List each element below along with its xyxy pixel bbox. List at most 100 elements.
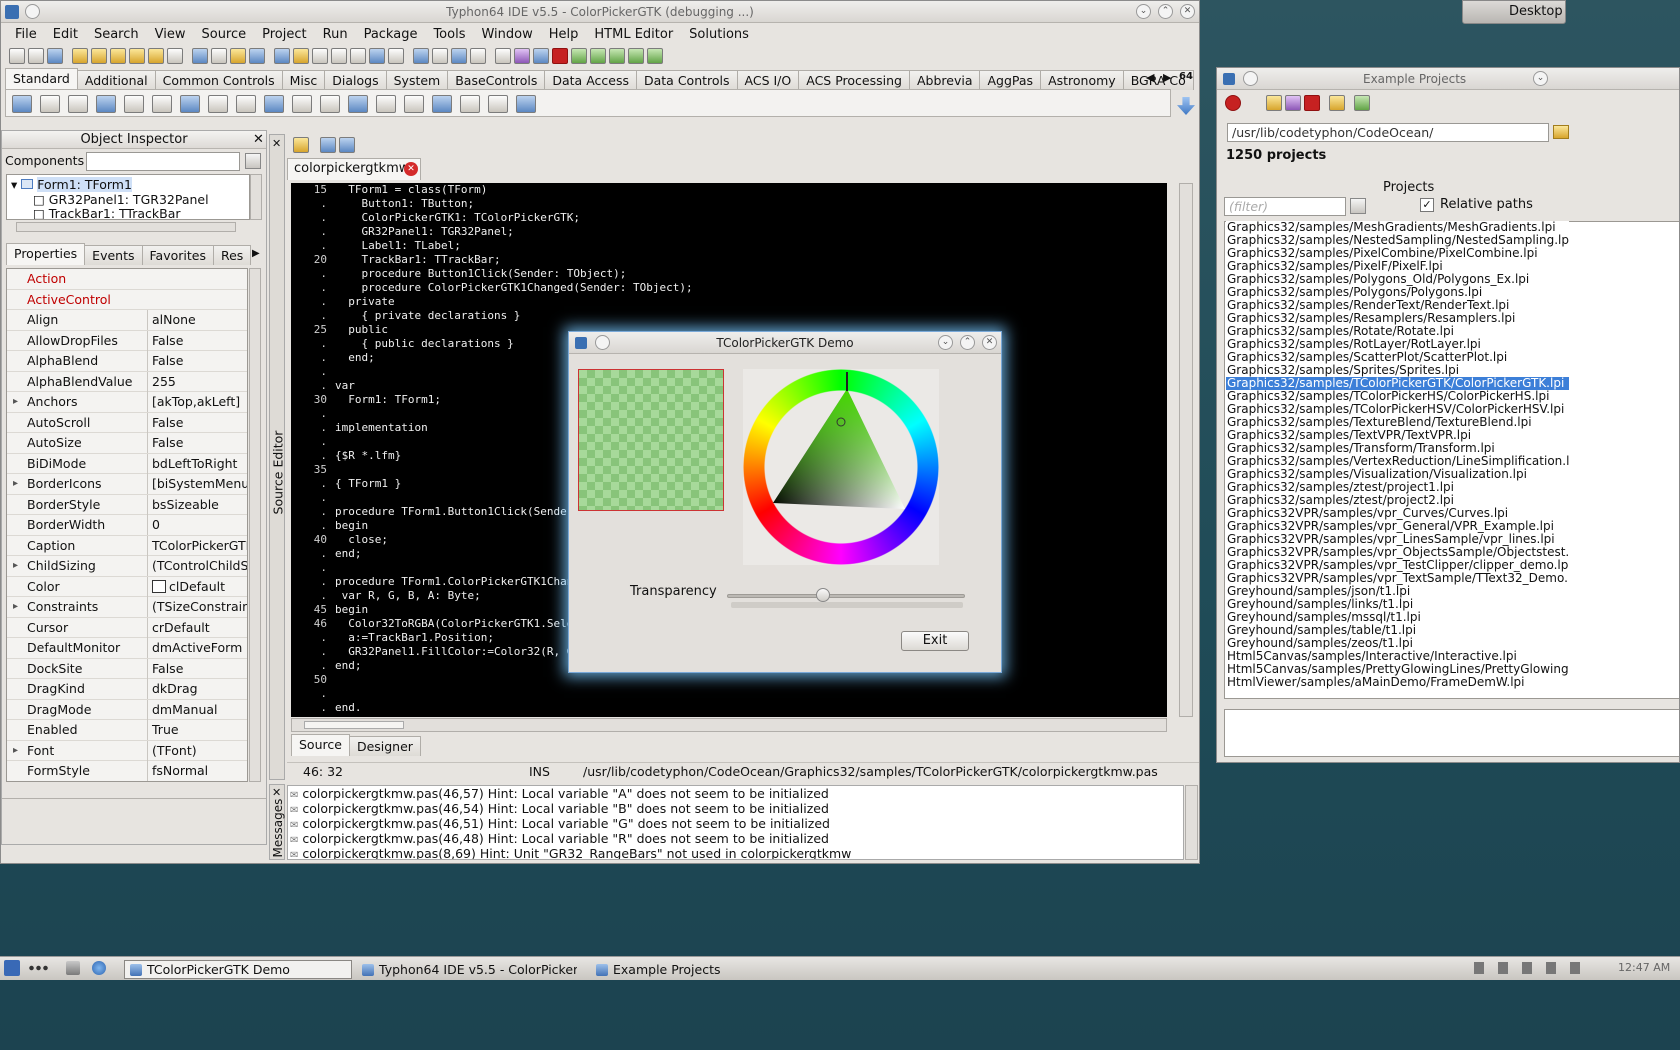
property-value[interactable]: alNone: [147, 310, 247, 330]
filter-icon[interactable]: [245, 153, 261, 169]
maximize-icon[interactable]: ⌃: [1158, 4, 1173, 19]
refresh-icon[interactable]: [552, 48, 568, 64]
property-value[interactable]: 255: [147, 371, 247, 392]
task-ide[interactable]: Typhon64 IDE v5.5 - ColorPicker: [356, 960, 578, 979]
folder-icon[interactable]: [1329, 95, 1345, 111]
component-icon[interactable]: [388, 48, 404, 64]
property-value[interactable]: dkDrag: [147, 679, 247, 699]
action-list-icon[interactable]: [516, 95, 536, 113]
components-filter-input[interactable]: [86, 152, 240, 171]
projects-minimize-icon[interactable]: ⌄: [1533, 71, 1548, 86]
property-value[interactable]: False: [147, 351, 247, 371]
step-into-icon[interactable]: [331, 48, 347, 64]
expand-icon[interactable]: ▸: [13, 556, 18, 576]
property-row[interactable]: Align alNone: [7, 310, 247, 331]
property-row[interactable]: AlphaBlend False: [7, 351, 247, 372]
grid-icon[interactable]: [514, 48, 530, 64]
workspace-switcher-icon[interactable]: [28, 965, 50, 971]
tab-source[interactable]: Source: [291, 734, 350, 756]
listbox-icon[interactable]: [292, 95, 312, 113]
tab-designer[interactable]: Designer: [348, 736, 421, 756]
forward-icon[interactable]: [339, 137, 355, 153]
palette-tab-misc[interactable]: Misc: [281, 70, 326, 90]
property-row[interactable]: AllowDropFiles False: [7, 330, 247, 351]
palette-tab-data-access[interactable]: Data Access: [544, 70, 637, 90]
property-row[interactable]: AutoSize False: [7, 433, 247, 454]
expand-icon[interactable]: ▸: [13, 474, 18, 494]
demo-window-menu-icon[interactable]: [595, 335, 610, 350]
menu-file[interactable]: File: [7, 27, 45, 42]
color-picker-gtk[interactable]: [743, 369, 939, 565]
property-value[interactable]: False: [147, 658, 247, 679]
menu-edit[interactable]: Edit: [45, 27, 86, 42]
menu-run[interactable]: Run: [315, 27, 356, 42]
property-value[interactable]: (TSizeConstraints: [147, 597, 247, 617]
package-icon[interactable]: [91, 48, 107, 64]
browser-icon[interactable]: [92, 961, 106, 975]
property-row[interactable]: Action: [7, 269, 247, 290]
tree-item-trackbar1[interactable]: □ TrackBar1: TTrackBar: [33, 206, 181, 219]
palette-tab-basecontrols[interactable]: BaseControls: [447, 70, 546, 90]
property-row[interactable]: Cursor crDefault: [7, 617, 247, 638]
property-row[interactable]: Caption TColorPickerGTK D: [7, 535, 247, 556]
property-value[interactable]: 0: [147, 515, 247, 535]
property-row[interactable]: ▸ BorderIcons [biSystemMenu,bi: [7, 474, 247, 495]
property-grid-vscroll[interactable]: [249, 268, 261, 782]
open-project-icon[interactable]: [72, 48, 88, 64]
tool-d-icon[interactable]: [628, 48, 644, 64]
property-row[interactable]: DefaultMonitor dmActiveForm: [7, 638, 247, 659]
menu-tools[interactable]: Tools: [425, 27, 473, 42]
inspector-icon[interactable]: [413, 48, 429, 64]
message-item[interactable]: ✉ colorpickergtkmw.pas(46,57) Hint: Local…: [288, 786, 829, 801]
exit-button[interactable]: Exit: [901, 631, 969, 651]
message-item[interactable]: ✉ colorpickergtkmw.pas(46,54) Hint: Local…: [288, 801, 829, 816]
property-value[interactable]: [biSystemMenu,bi: [147, 474, 247, 494]
source-editor-close-icon[interactable]: ✕: [272, 137, 281, 150]
property-row[interactable]: BorderStyle bsSizeable: [7, 494, 247, 515]
message-item[interactable]: ✉ colorpickergtkmw.pas(46,51) Hint: Local…: [288, 816, 830, 831]
view-units-icon[interactable]: [167, 48, 183, 64]
delete-icon[interactable]: [1304, 95, 1320, 111]
palette-tab-dialogs[interactable]: Dialogs: [324, 70, 387, 90]
property-value[interactable]: False: [147, 412, 247, 433]
groupbox-icon[interactable]: [376, 95, 396, 113]
palette-scroll-right-icon[interactable]: ▶: [1163, 71, 1171, 84]
back-icon[interactable]: [320, 137, 336, 153]
save-icon[interactable]: [47, 48, 63, 64]
menu-view[interactable]: View: [147, 27, 194, 42]
add-file-icon[interactable]: [110, 48, 126, 64]
build-icon[interactable]: [211, 48, 227, 64]
property-row[interactable]: ▸ Font (TFont): [7, 740, 247, 761]
menu-html-editor[interactable]: HTML Editor: [586, 27, 681, 42]
property-row[interactable]: BorderWidth 0: [7, 515, 247, 536]
palette-tab-system[interactable]: System: [385, 70, 449, 90]
button-icon[interactable]: [96, 95, 116, 113]
task-demo[interactable]: TColorPickerGTK Demo: [124, 960, 352, 979]
file-manager-icon[interactable]: [66, 961, 80, 975]
property-value[interactable]: False: [147, 330, 247, 351]
code-hscroll[interactable]: [291, 718, 1167, 732]
root-path-input[interactable]: /usr/lib/codetyphon/CodeOcean/: [1227, 123, 1549, 142]
tree-hscroll[interactable]: [16, 222, 236, 232]
demo-minimize-icon[interactable]: ⌄: [938, 335, 953, 350]
property-value[interactable]: (TControlChildSizin: [147, 556, 247, 576]
menu-source[interactable]: Source: [193, 27, 254, 42]
step-over-icon[interactable]: [350, 48, 366, 64]
run-to-icon[interactable]: [451, 48, 467, 64]
project-item[interactable]: HtmlViewer/samples/aMainDemo/FrameDemW.l…: [1226, 676, 1569, 689]
property-value[interactable]: bsSizeable: [147, 494, 247, 515]
transparency-trackbar[interactable]: [727, 588, 965, 602]
tool-b-icon[interactable]: [590, 48, 606, 64]
inspector-close-icon[interactable]: ✕: [253, 132, 264, 147]
toggle-form-icon[interactable]: [148, 48, 164, 64]
property-row[interactable]: DragMode dmManual: [7, 699, 247, 720]
property-value[interactable]: TColorPickerGTK D: [147, 535, 247, 556]
popup-menu-icon[interactable]: [68, 95, 88, 113]
tree-item-form1[interactable]: ▾ Form1: TForm1: [11, 177, 132, 192]
menu-window[interactable]: Window: [473, 27, 540, 42]
property-value[interactable]: [akTop,akLeft]: [147, 392, 247, 412]
open-icon[interactable]: [1266, 95, 1282, 111]
palette-tab-abbrevia[interactable]: Abbrevia: [908, 70, 981, 90]
palette-tab-additional[interactable]: Additional: [76, 70, 156, 90]
editor-tab[interactable]: colorpickergtkmw ✕: [287, 158, 421, 180]
